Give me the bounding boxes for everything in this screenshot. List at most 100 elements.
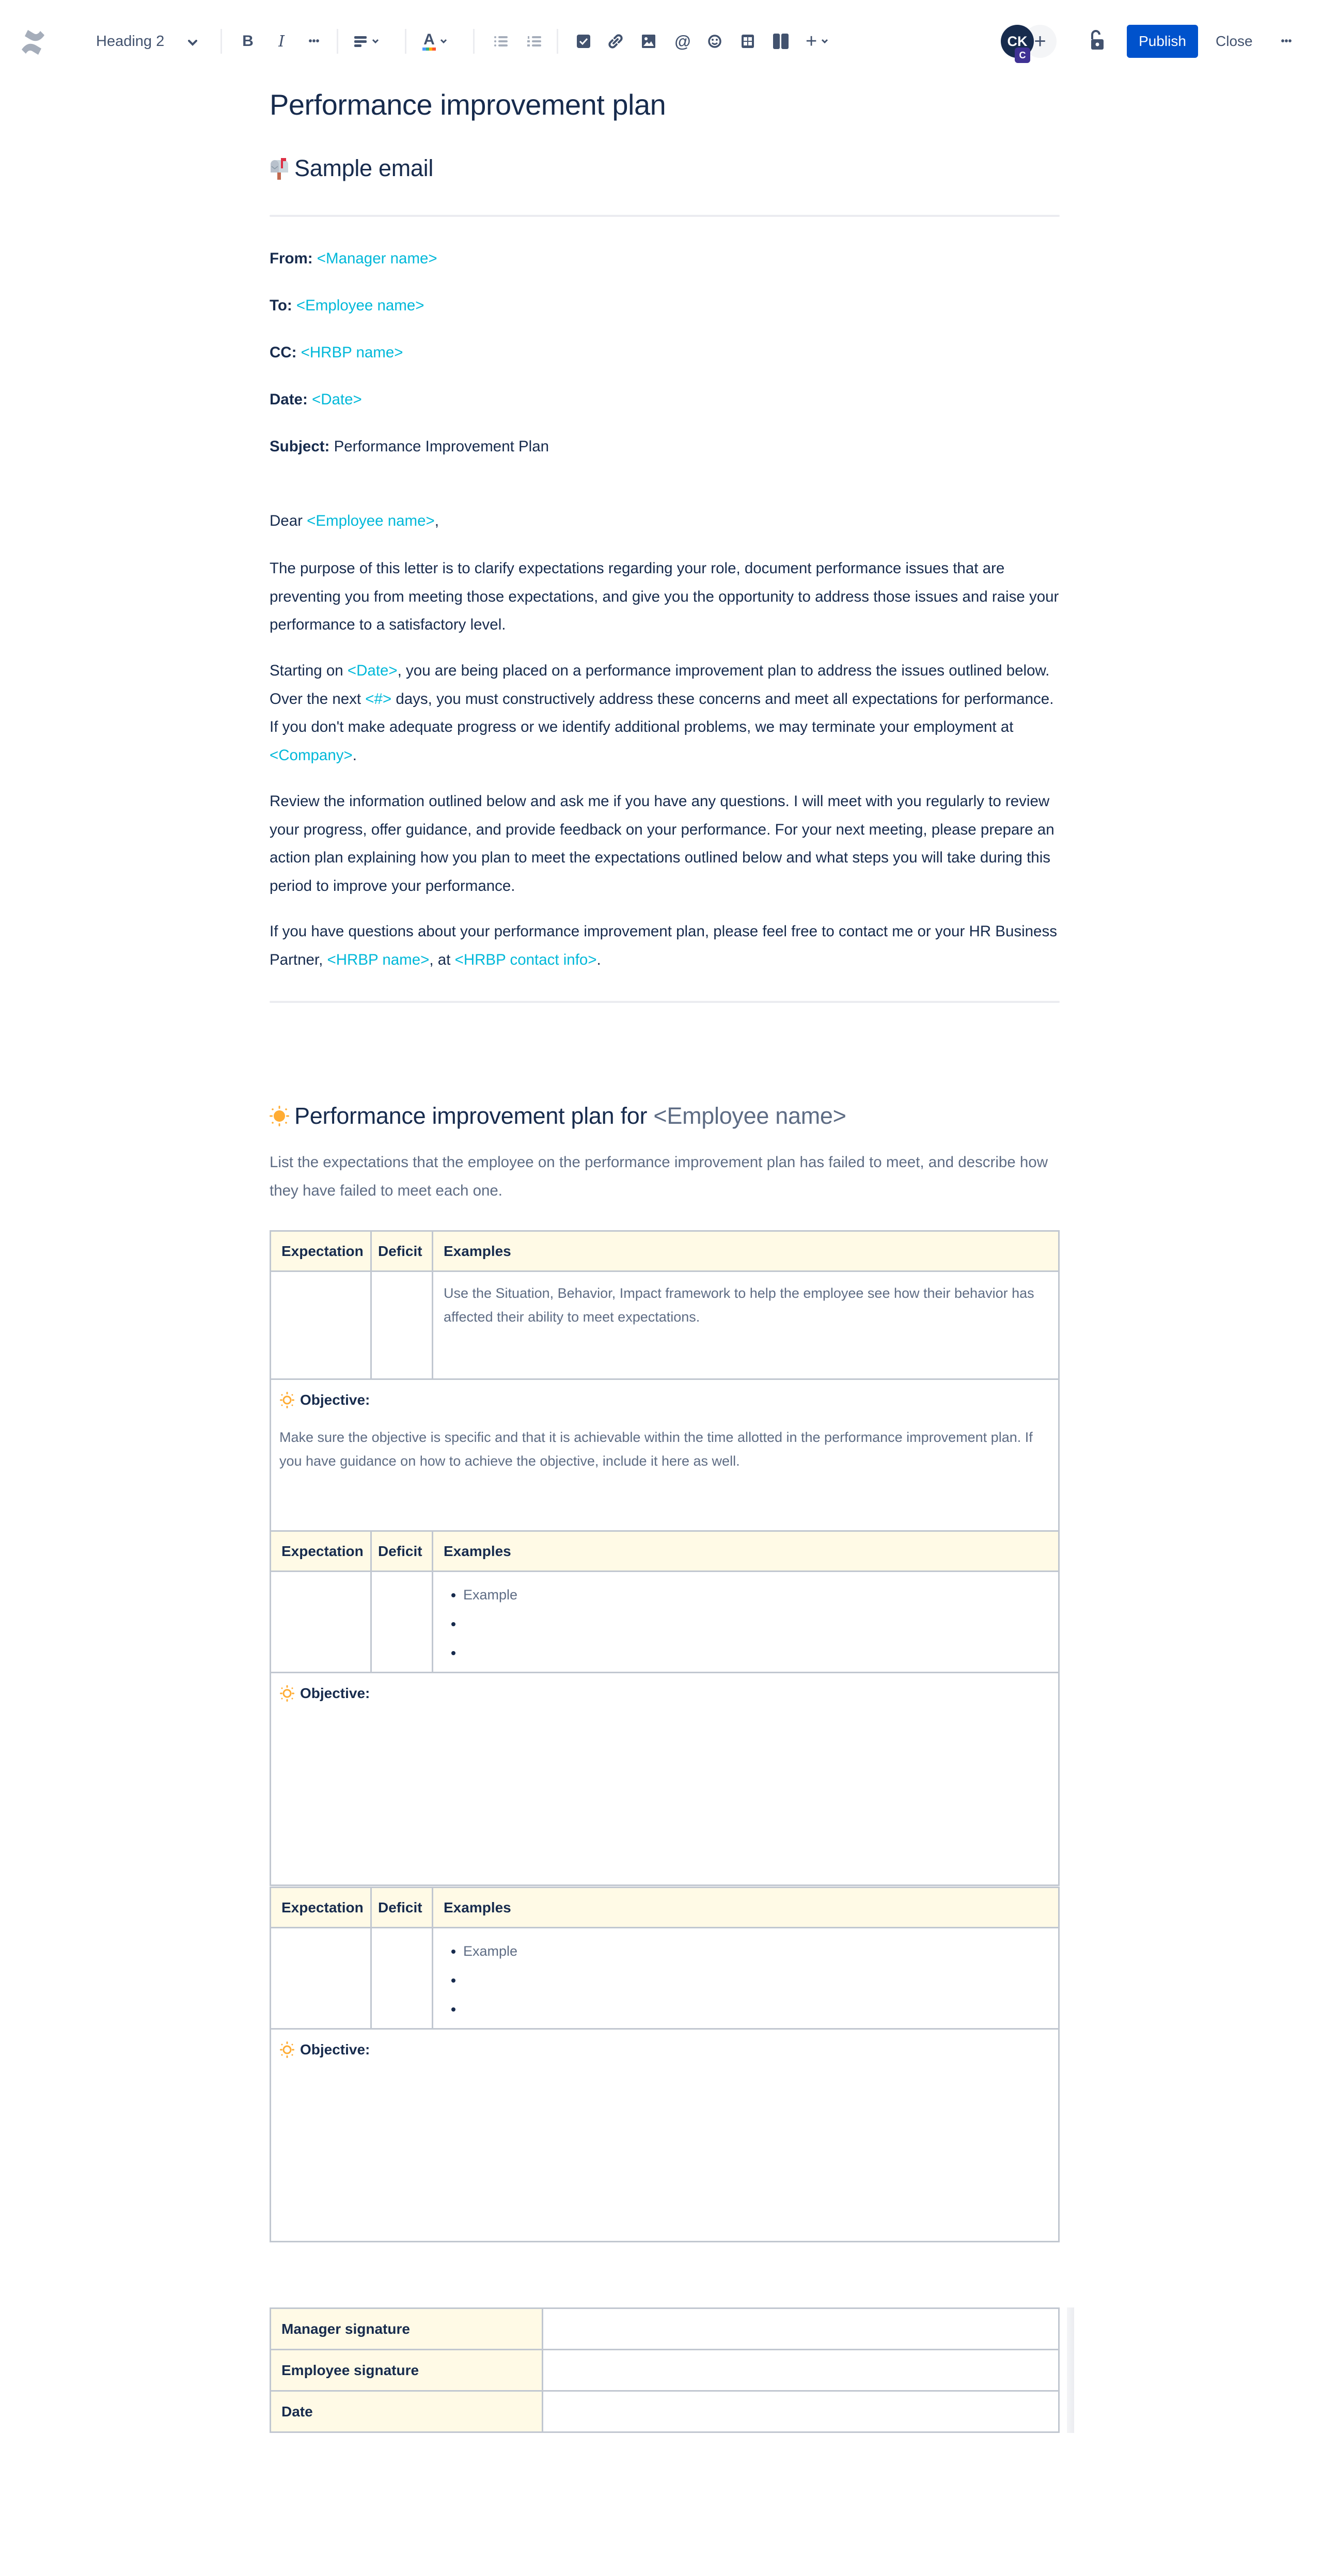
- mention-icon: @: [674, 32, 691, 51]
- list-item[interactable]: Example: [463, 1580, 1048, 1609]
- email-paragraph-start[interactable]: Starting on <Date>, you are being placed…: [270, 657, 1060, 769]
- header-expectation[interactable]: Expectation: [270, 1230, 372, 1272]
- examples-cell[interactable]: Example: [432, 1570, 1060, 1673]
- employee-signature-cell[interactable]: [542, 2349, 1060, 2392]
- header-deficit[interactable]: Deficit: [370, 1887, 433, 1928]
- sun-icon: [280, 1392, 294, 1408]
- bullet-list-button[interactable]: [491, 27, 511, 56]
- objective-label-text: Objective:: [300, 1392, 370, 1408]
- link-icon: [608, 34, 623, 49]
- email-paragraph-review[interactable]: Review the information outlined below an…: [270, 788, 1060, 900]
- header-examples[interactable]: Examples: [432, 1887, 1060, 1928]
- list-item[interactable]: [463, 1966, 1048, 1994]
- hrbp-name-placeholder[interactable]: <HRBP name>: [327, 951, 430, 968]
- objective-hint: Make sure the objective is specific and …: [279, 1430, 1033, 1469]
- more-formatting-icon: •••: [308, 35, 320, 47]
- header-deficit[interactable]: Deficit: [370, 1530, 433, 1572]
- examples-cell[interactable]: Example: [432, 1927, 1060, 2030]
- email-paragraph-purpose[interactable]: The purpose of this letter is to clarify…: [270, 555, 1060, 639]
- header-deficit[interactable]: Deficit: [370, 1230, 433, 1272]
- restrictions-button[interactable]: [1087, 26, 1107, 55]
- date-label[interactable]: Date: [270, 2390, 543, 2433]
- layouts-button[interactable]: [770, 27, 791, 56]
- publish-button[interactable]: Publish: [1127, 25, 1198, 58]
- more-actions-button[interactable]: •••: [1273, 25, 1299, 58]
- bold-button[interactable]: B: [238, 27, 258, 56]
- table-icon: [742, 35, 754, 48]
- email-greeting[interactable]: Dear <Employee name>,: [270, 507, 1060, 536]
- company-placeholder[interactable]: <Company>: [270, 747, 353, 764]
- pip-table-1: Expectation Deficit Examples Use the Sit…: [270, 1230, 1060, 1533]
- expectation-cell[interactable]: [270, 1570, 372, 1673]
- days-placeholder[interactable]: <#>: [365, 690, 391, 708]
- expectation-cell[interactable]: [270, 1927, 372, 2030]
- header-expectation[interactable]: Expectation: [270, 1887, 372, 1928]
- manager-signature-cell[interactable]: [542, 2307, 1060, 2350]
- date-cell[interactable]: [542, 2390, 1060, 2433]
- list-item[interactable]: [463, 1638, 1048, 1667]
- text: .: [352, 746, 357, 764]
- objective-cell[interactable]: Objective: Make sure the objective is sp…: [270, 1378, 1060, 1533]
- mention-button[interactable]: @: [672, 27, 693, 56]
- expectation-cell[interactable]: [270, 1270, 372, 1380]
- text-color-dropdown[interactable]: A: [422, 27, 447, 56]
- table-button[interactable]: [737, 27, 758, 56]
- employee-signature-label[interactable]: Employee signature: [270, 2349, 543, 2392]
- deficit-cell[interactable]: [370, 1270, 433, 1380]
- list-item[interactable]: [463, 1609, 1048, 1638]
- email-subject-field[interactable]: Subject: Performance Improvement Plan: [270, 433, 1060, 461]
- text: , at: [429, 951, 455, 968]
- chevron-down-icon: [188, 33, 198, 50]
- date-placeholder[interactable]: <Date>: [312, 391, 362, 408]
- confluence-logo-icon[interactable]: [19, 28, 48, 57]
- close-button[interactable]: Close: [1207, 25, 1261, 58]
- header-examples[interactable]: Examples: [432, 1230, 1060, 1272]
- email-to-field[interactable]: To: <Employee name>: [270, 292, 1060, 320]
- manager-signature-label[interactable]: Manager signature: [270, 2307, 543, 2350]
- objective-cell[interactable]: Objective:: [270, 1672, 1060, 1886]
- toolbar-divider: [221, 29, 222, 54]
- employee-name-placeholder[interactable]: <Employee name>: [307, 512, 435, 529]
- objective-cell[interactable]: Objective:: [270, 2028, 1060, 2242]
- header-expectation[interactable]: Expectation: [270, 1530, 372, 1572]
- subject-value: Performance Improvement Plan: [334, 438, 549, 455]
- objective-label-text: Objective:: [300, 1685, 370, 1701]
- image-button[interactable]: [638, 27, 659, 56]
- header-examples[interactable]: Examples: [432, 1530, 1060, 1572]
- italic-button[interactable]: I: [271, 27, 292, 56]
- sun-icon: [270, 1105, 289, 1127]
- deficit-cell[interactable]: [370, 1570, 433, 1673]
- email-paragraph-contact[interactable]: If you have questions about your perform…: [270, 918, 1060, 974]
- date-placeholder[interactable]: <Date>: [348, 662, 398, 679]
- employee-name-placeholder[interactable]: <Employee name>: [296, 297, 424, 314]
- insert-dropdown[interactable]: +: [806, 27, 828, 56]
- plan-description[interactable]: List the expectations that the employee …: [270, 1149, 1060, 1205]
- email-from-field[interactable]: From: <Manager name>: [270, 245, 1060, 273]
- employee-name-placeholder[interactable]: <Employee name>: [653, 1103, 846, 1129]
- numbered-list-button[interactable]: [524, 27, 545, 56]
- hrbp-name-placeholder[interactable]: <HRBP name>: [301, 344, 403, 361]
- email-section-heading[interactable]: Sample email: [270, 155, 433, 182]
- pip-table-2: Expectation Deficit Examples Example Obj…: [270, 1530, 1060, 1886]
- examples-cell[interactable]: Use the Situation, Behavior, Impact fram…: [432, 1270, 1060, 1380]
- emoji-button[interactable]: [704, 27, 725, 56]
- more-formatting-button[interactable]: •••: [304, 27, 324, 56]
- divider: [270, 1001, 1060, 1003]
- page-title[interactable]: Performance improvement plan: [270, 88, 666, 121]
- action-item-button[interactable]: [573, 27, 594, 56]
- mailbox-icon: [270, 157, 289, 180]
- deficit-cell[interactable]: [370, 1927, 433, 2030]
- link-button[interactable]: [605, 27, 626, 56]
- editor-toolbar: Heading 2 B I ••• A @ + + CK C Publish C…: [0, 0, 1322, 83]
- email-section-title: Sample email: [294, 155, 434, 181]
- list-item[interactable]: Example: [463, 1937, 1048, 1966]
- plan-section-heading[interactable]: Performance improvement plan for <Employ…: [270, 1103, 846, 1129]
- email-cc-field[interactable]: CC: <HRBP name>: [270, 339, 1060, 367]
- plus-icon: +: [806, 30, 817, 52]
- text-style-dropdown[interactable]: Heading 2: [96, 27, 198, 56]
- alignment-dropdown[interactable]: [354, 27, 379, 56]
- list-item[interactable]: [463, 1994, 1048, 2023]
- manager-name-placeholder[interactable]: <Manager name>: [317, 250, 437, 267]
- email-date-field[interactable]: Date: <Date>: [270, 386, 1060, 414]
- hrbp-contact-placeholder[interactable]: <HRBP contact info>: [455, 951, 597, 968]
